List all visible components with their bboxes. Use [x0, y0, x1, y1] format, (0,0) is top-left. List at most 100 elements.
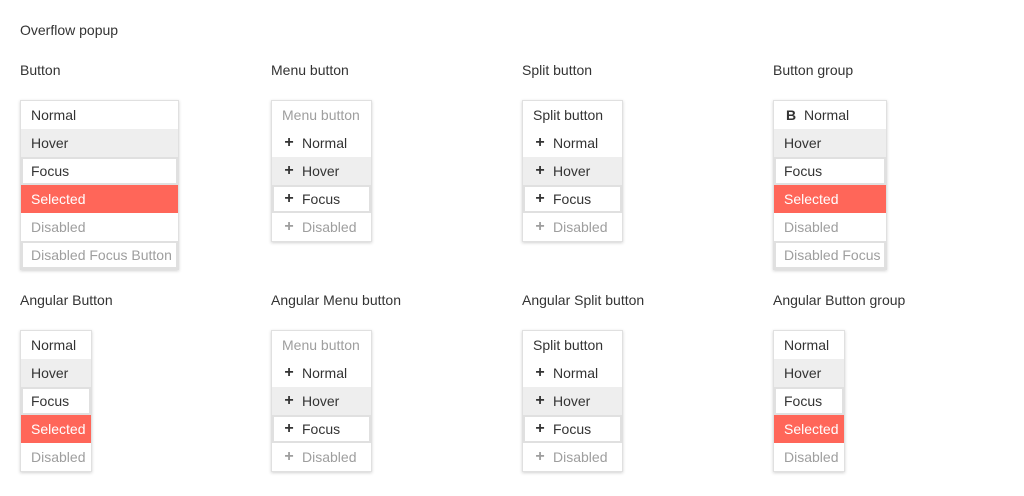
item-label: Hover: [784, 365, 822, 381]
popup-item-normal[interactable]: Normal: [21, 101, 178, 129]
item-label: Menu button: [282, 337, 360, 353]
popup-item-bold-normal[interactable]: B Normal: [774, 101, 886, 129]
popup-item-focus[interactable]: + Focus: [523, 185, 622, 213]
popup-item-disabled: + Disabled: [523, 443, 622, 471]
item-label: Disabled: [31, 219, 86, 235]
popup-item-disabled: + Disabled: [272, 443, 371, 471]
split-button-header[interactable]: Split button: [523, 331, 622, 359]
popup-item-focus[interactable]: Focus: [21, 387, 91, 415]
overflow-popup-angular-split-button: Split button + Normal + Hover + Focus + Disa…: [522, 330, 623, 472]
item-label: Focus: [31, 393, 70, 409]
popup-item-hover[interactable]: + Hover: [523, 387, 622, 415]
popup-item-disabled-focus: Disabled Focus: [774, 241, 886, 269]
item-label: Disabled: [302, 449, 357, 465]
item-label: Disabled: [784, 449, 839, 465]
split-button-header[interactable]: Split button: [523, 101, 622, 129]
popup-item-normal[interactable]: + Normal: [272, 359, 371, 387]
popup-item-focus[interactable]: + Focus: [272, 185, 371, 213]
menu-button-header[interactable]: Menu button: [272, 331, 371, 359]
section-button-group: Button group B Normal Hover Focus Selecte…: [773, 62, 887, 270]
plus-icon: +: [284, 392, 294, 409]
popup-item-disabled: Disabled: [21, 213, 178, 241]
item-label: Hover: [553, 163, 591, 179]
popup-item-hover[interactable]: Hover: [21, 359, 91, 387]
section-split-button: Split button Split button + Normal + Hover…: [522, 62, 623, 242]
popup-item-normal[interactable]: + Normal: [523, 129, 622, 157]
section-angular-button-group: Angular Button group Normal Hover Focus …: [773, 292, 905, 472]
menu-button-header[interactable]: Menu button: [272, 101, 371, 129]
plus-icon: +: [535, 392, 545, 409]
popup-item-normal[interactable]: Normal: [774, 331, 844, 359]
item-label: Disabled: [553, 449, 608, 465]
popup-item-normal[interactable]: + Normal: [272, 129, 371, 157]
popup-item-focus[interactable]: + Focus: [272, 415, 371, 443]
plus-icon: +: [535, 218, 545, 235]
item-label: Hover: [302, 163, 340, 179]
overflow-popup-split-button: Split button + Normal + Hover + Focus + Disa…: [522, 100, 623, 242]
popup-item-selected[interactable]: Selected: [774, 415, 844, 443]
popup-item-disabled: + Disabled: [272, 213, 371, 241]
plus-icon: +: [284, 134, 294, 151]
item-label: Split button: [533, 337, 604, 353]
popup-item-hover[interactable]: Hover: [21, 129, 178, 157]
section-title: Angular Button group: [773, 292, 906, 308]
popup-item-normal[interactable]: Normal: [21, 331, 91, 359]
plus-icon: +: [284, 162, 294, 179]
item-label: Normal: [784, 337, 830, 353]
item-label: Selected: [31, 191, 86, 207]
item-label: Normal: [302, 365, 348, 381]
popup-item-focus[interactable]: + Focus: [523, 415, 622, 443]
popup-item-hover[interactable]: Hover: [774, 129, 886, 157]
item-label: Normal: [31, 107, 77, 123]
popup-item-hover[interactable]: Hover: [774, 359, 844, 387]
plus-icon: +: [535, 448, 545, 465]
plus-icon: +: [535, 162, 545, 179]
section-title: Button: [20, 62, 61, 78]
item-label: Selected: [784, 421, 839, 437]
plus-icon: +: [284, 190, 294, 207]
popup-item-focus[interactable]: Focus: [774, 157, 886, 185]
popup-item-disabled: Disabled: [21, 443, 91, 471]
page-title: Overflow popup: [20, 22, 119, 38]
item-label: Focus: [553, 191, 592, 207]
item-label: Focus: [302, 421, 341, 437]
plus-icon: +: [284, 218, 294, 235]
item-label: Normal: [302, 135, 348, 151]
popup-item-hover[interactable]: + Hover: [523, 157, 622, 185]
section-angular-menu-button: Angular Menu button Menu button + Normal …: [271, 292, 401, 472]
item-label: Hover: [302, 393, 340, 409]
item-label: Focus: [31, 163, 70, 179]
overflow-popup-angular-menu-button: Menu button + Normal + Hover + Focus + Disab…: [271, 330, 372, 472]
popup-item-hover[interactable]: + Hover: [272, 387, 371, 415]
popup-item-hover[interactable]: + Hover: [272, 157, 371, 185]
item-label: Normal: [31, 337, 77, 353]
popup-item-selected[interactable]: Selected: [774, 185, 886, 213]
section-title: Menu button: [271, 62, 349, 78]
section-button: Button Normal Hover Focus Selected Disab…: [20, 62, 179, 270]
plus-icon: +: [284, 364, 294, 381]
overflow-popup-angular-button: Normal Hover Focus Selected Disabled: [20, 330, 92, 472]
popup-item-selected[interactable]: Selected: [21, 185, 178, 213]
item-label: Hover: [31, 365, 69, 381]
item-label: Disabled: [553, 219, 608, 235]
plus-icon: +: [535, 364, 545, 381]
plus-icon: +: [535, 420, 545, 437]
popup-item-focus[interactable]: Focus: [21, 157, 178, 185]
popup-item-focus[interactable]: Focus: [774, 387, 844, 415]
section-title: Button group: [773, 62, 854, 78]
popup-item-normal[interactable]: + Normal: [523, 359, 622, 387]
item-label: Selected: [784, 191, 839, 207]
popup-item-selected[interactable]: Selected: [21, 415, 91, 443]
item-label: Disabled: [31, 449, 86, 465]
item-label: Focus: [553, 421, 592, 437]
item-label: Menu button: [282, 107, 360, 123]
popup-item-disabled: Disabled: [774, 443, 844, 471]
plus-icon: +: [284, 448, 294, 465]
plus-icon: +: [535, 134, 545, 151]
item-label: Normal: [553, 135, 599, 151]
overflow-popup-button: Normal Hover Focus Selected Disabled Dis…: [20, 100, 179, 270]
section-title: Split button: [522, 62, 593, 78]
item-label: Hover: [553, 393, 591, 409]
item-label: Normal: [553, 365, 599, 381]
overflow-popup-button-group: B Normal Hover Focus Selected Disabled Di…: [773, 100, 887, 270]
